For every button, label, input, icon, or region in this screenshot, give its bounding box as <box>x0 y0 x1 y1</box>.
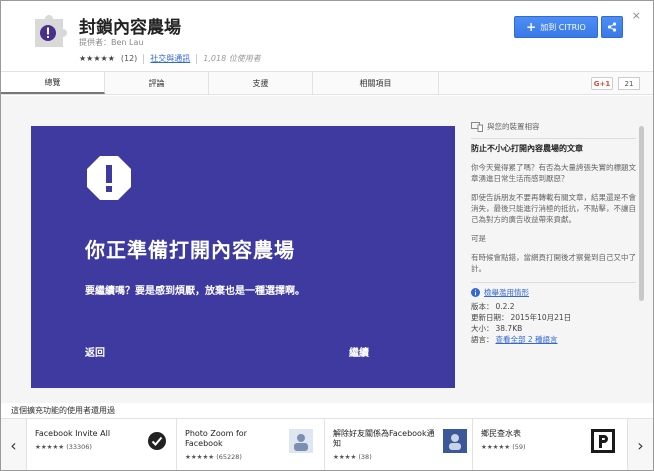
related-card-name: Photo Zoom for Facebook <box>185 429 247 448</box>
divider <box>471 282 636 283</box>
screenshot-body: 要繼續嗎？要是感到煩厭，放棄也是一種選擇啊。 <box>85 286 305 297</box>
extension-screenshot[interactable]: 你正準備打開內容農場 要繼續嗎？要是感到煩厭，放棄也是一種選擇啊。 返回 繼續 <box>31 126 455 388</box>
tab-support[interactable]: 支援 <box>209 72 313 94</box>
category-link[interactable]: 社交與通訊 <box>150 53 190 64</box>
screenshot-continue-label: 繼續 <box>349 348 369 359</box>
description-paragraph: 有時候會點錯，當網頁打開後才察覺到自己又中了計。 <box>471 253 636 273</box>
parking-p-icon <box>591 429 615 453</box>
language-label: 語言： <box>471 335 494 344</box>
gplus-button[interactable]: G+1 <box>591 77 613 90</box>
size-label: 大小： <box>471 324 494 333</box>
tab-reviews[interactable]: 評論 <box>105 72 209 94</box>
user-count: 1,018 位使用者 <box>203 54 261 63</box>
divider <box>143 53 145 64</box>
provider-text: 提供者：Ben Lau <box>79 38 144 47</box>
related-card[interactable]: Facebook Invite All ★★★★★ (33306) <box>27 419 177 470</box>
warning-octagon-icon <box>87 156 131 200</box>
tab-bar: 總覽 評論 支援 相關項目 G+1 21 <box>1 71 653 95</box>
friend-notify-icon <box>443 429 467 453</box>
close-icon[interactable]: × <box>632 9 641 22</box>
carousel-prev-button[interactable]: ‹ <box>1 419 27 470</box>
related-card-rating: ★★★★★ (59) <box>481 443 526 451</box>
carousel-next-button[interactable]: › <box>627 419 653 470</box>
rating-count[interactable]: (12) <box>121 54 137 63</box>
tab-related[interactable]: 相關項目 <box>313 72 439 94</box>
rating-row: ★★★★★ (12) 社交與通訊 1,018 位使用者 <box>79 53 261 64</box>
related-card-stars: ★★★★ <box>333 453 357 461</box>
share-button[interactable] <box>601 16 623 38</box>
updated-row: 更新日期： 2015年10月21日 <box>471 312 636 323</box>
header: 封鎖內容農場 提供者：Ben Lau ★★★★★ (12) 社交與通訊 1,01… <box>1 1 653 71</box>
checkmark-icon <box>145 429 169 453</box>
updated-label: 更新日期： <box>471 313 509 322</box>
related-card[interactable]: 鄉民查水表 ★★★★★ (59) <box>473 419 627 470</box>
tab-overview[interactable]: 總覽 <box>1 72 105 94</box>
report-abuse-link[interactable]: 檢舉濫用情形 <box>484 287 529 298</box>
description-paragraph: 可是 <box>471 234 486 243</box>
related-card-rating: ★★★★★ (65228) <box>185 453 242 461</box>
related-card-name: 解除好友關係為Facebook通知 <box>333 429 435 448</box>
updated-value: 2015年10月21日 <box>510 313 572 322</box>
rating-stars: ★★★★★ <box>79 54 115 63</box>
scrollbar[interactable] <box>639 126 644 301</box>
overview-panel: 你正準備打開內容農場 要繼續嗎？要是感到煩厭，放棄也是一種選擇啊。 返回 繼續 … <box>1 96 653 403</box>
share-icon <box>607 22 617 32</box>
report-abuse-row[interactable]: 檢舉濫用情形 <box>471 287 636 298</box>
related-card[interactable]: 解除好友關係為Facebook通知 ★★★★ (38) <box>325 419 473 470</box>
version-value: 0.2.2 <box>495 302 515 311</box>
photo-zoom-icon <box>289 429 313 453</box>
version-row: 版本： 0.2.2 <box>471 301 636 312</box>
add-button-label: 加到 CITRIO <box>540 22 586 32</box>
related-card-stars: ★★★★★ <box>35 443 65 451</box>
size-row: 大小： 38.7KB <box>471 323 636 334</box>
add-to-browser-button[interactable]: + 加到 CITRIO <box>514 16 598 38</box>
divider <box>471 138 636 139</box>
language-row: 語言： 查看全部 2 種語言 <box>471 334 636 345</box>
language-link[interactable]: 查看全部 2 種語言 <box>496 335 558 344</box>
description-paragraph: 你今天覺得累了嗎？有否為大量誇張失實的標題文章湧進日常生活而感到厭惡？ <box>471 163 636 183</box>
puzzle-extension-icon <box>35 15 67 47</box>
details-sidebar: 與您的裝置相容 防止不小心打開內容農場的文章 你今天覺得累了嗎？有否為大量誇張失… <box>471 121 636 345</box>
related-card-rating: ★★★★★ (33306) <box>35 443 92 451</box>
related-card-count: (65228) <box>216 453 242 461</box>
gplus-count: 21 <box>618 77 640 90</box>
related-card-count: (33306) <box>66 443 92 451</box>
related-card[interactable]: Photo Zoom for Facebook ★★★★★ (65228) <box>177 419 325 470</box>
related-card-stars: ★★★★★ <box>185 453 215 461</box>
related-carousel: ‹ Facebook Invite All ★★★★★ (33306) Phot… <box>1 418 653 470</box>
related-card-count: (38) <box>358 453 372 461</box>
related-card-name: Facebook Invite All <box>35 429 111 438</box>
related-card-name: 鄉民查水表 <box>481 429 521 438</box>
related-card-stars: ★★★★★ <box>481 443 511 451</box>
related-card-rating: ★★★★ (38) <box>333 453 372 461</box>
screenshot-back-label: 返回 <box>85 348 105 359</box>
size-value: 38.7KB <box>495 324 523 333</box>
info-icon <box>471 288 480 297</box>
related-section-title: 這個擴充功能的使用者還用過 <box>11 406 115 415</box>
device-compatible-icon <box>471 121 483 132</box>
screenshot-headline: 你正準備打開內容農場 <box>85 238 295 262</box>
description-paragraph: 即使告訴朋友不要再轉載有關文章，結果還是不會消失，最後只能進行消極的抵抗，不點擊… <box>471 193 636 224</box>
extension-title: 封鎖內容農場 <box>79 18 181 38</box>
chevron-left-icon: ‹ <box>10 435 17 455</box>
store-dialog: 封鎖內容農場 提供者：Ben Lau ★★★★★ (12) 社交與通訊 1,01… <box>0 0 654 471</box>
chevron-right-icon: › <box>637 435 644 455</box>
divider <box>196 53 198 64</box>
version-label: 版本： <box>471 302 494 311</box>
related-card-count: (59) <box>512 443 526 451</box>
compatibility-row: 與您的裝置相容 <box>471 121 636 132</box>
compatibility-text: 與您的裝置相容 <box>487 122 540 131</box>
plus-icon: + <box>526 20 537 34</box>
description-title: 防止不小心打開內容農場的文章 <box>471 144 583 153</box>
